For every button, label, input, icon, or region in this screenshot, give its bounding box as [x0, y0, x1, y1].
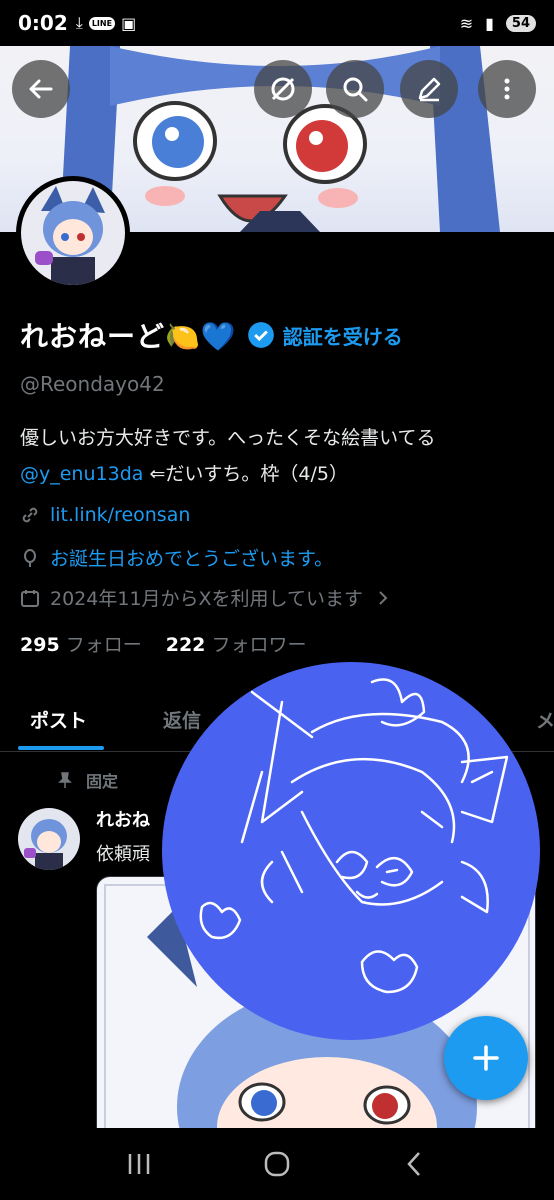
- profile-website-link[interactable]: lit.link/reonsan: [50, 504, 190, 526]
- back-arrow-icon: [29, 79, 53, 99]
- profile-link-row: lit.link/reonsan: [20, 504, 190, 526]
- followers-label: フォロワー: [211, 634, 307, 656]
- chevron-left-icon: [407, 1152, 420, 1176]
- joined-date: 2024年11月からXを利用しています: [50, 588, 363, 610]
- display-name: れおねーど🍋💙: [20, 320, 237, 353]
- system-nav-bar: [0, 1128, 554, 1200]
- post-author-avatar[interactable]: [18, 808, 80, 870]
- pin-icon: [58, 772, 72, 788]
- followers-count: 222: [165, 634, 206, 656]
- active-tab-indicator: [18, 746, 104, 750]
- recent-apps-button[interactable]: [109, 1134, 169, 1194]
- joined-row[interactable]: 2024年11月からXを利用しています: [20, 584, 391, 611]
- grok-button[interactable]: [254, 60, 312, 118]
- edit-icon: [418, 77, 441, 102]
- doodle-overlay: [162, 662, 540, 1040]
- recent-apps-icon: [128, 1154, 150, 1174]
- following-label: フォロー: [65, 634, 142, 656]
- bio-mention-link[interactable]: @y_enu13da: [20, 463, 143, 485]
- more-button[interactable]: [478, 60, 536, 118]
- post-text: 依頼頑: [96, 844, 150, 865]
- post-author-name[interactable]: れおね: [96, 806, 150, 832]
- user-handle: @Reondayo42: [20, 372, 165, 396]
- system-back-button[interactable]: [385, 1134, 445, 1194]
- chevron-right-icon: [379, 590, 388, 605]
- more-icon: [504, 78, 510, 100]
- home-button[interactable]: [247, 1134, 307, 1194]
- bio-line-1: 優しいお方大好きです。へったくそな絵書いてる: [20, 427, 436, 449]
- link-icon: [22, 507, 38, 523]
- status-time: 0:02: [18, 11, 68, 35]
- compose-button[interactable]: [444, 1016, 528, 1100]
- back-button[interactable]: [12, 60, 70, 118]
- profile-info: れおねーど🍋💙 認証を受ける @Reondayo42 優しいお方大好きです。へっ…: [20, 312, 540, 656]
- profile-avatar[interactable]: [16, 176, 130, 290]
- wifi-icon: ≋: [459, 13, 474, 33]
- home-icon: [264, 1151, 290, 1177]
- tab-posts[interactable]: ポスト: [30, 706, 87, 733]
- edit-button[interactable]: [400, 60, 458, 118]
- followers-stat[interactable]: 222 フォロワー: [166, 630, 307, 657]
- birthday-row: お誕生日おめでとうございます。: [20, 544, 333, 571]
- pinned-indicator: 固定: [56, 768, 118, 792]
- verified-badge-icon: [247, 322, 274, 348]
- search-button[interactable]: [326, 60, 384, 118]
- grok-icon: [271, 77, 295, 101]
- status-bar: 0:02 ⤓ LINE ▣ ≋ ▮ 54: [0, 0, 554, 46]
- bio: 優しいお方大好きです。へったくそな絵書いてる @y_enu13da ⇐だいすち。…: [20, 420, 436, 492]
- follow-stats: 295 フォロー 222 フォロワー: [20, 630, 306, 657]
- notification-icon: ▣: [121, 13, 137, 33]
- plus-icon: [473, 1045, 499, 1071]
- following-stat[interactable]: 295 フォロー: [20, 630, 142, 657]
- line-app-icon: LINE: [88, 16, 116, 30]
- get-verified-link[interactable]: 認証を受ける: [283, 321, 403, 350]
- signal-icon: ▮: [485, 13, 494, 33]
- pinned-label: 固定: [86, 772, 119, 791]
- balloon-icon: [24, 548, 36, 567]
- download-icon: ⤓: [75, 13, 83, 32]
- battery-indicator: 54: [505, 14, 536, 32]
- calendar-icon: [21, 589, 39, 607]
- bio-line-2: ⇐だいすち。枠（4/5）: [143, 463, 348, 485]
- birthday-text[interactable]: お誕生日おめでとうございます。: [50, 544, 333, 571]
- search-icon: [343, 77, 368, 102]
- following-count: 295: [20, 634, 60, 656]
- avatar-image: [21, 181, 125, 285]
